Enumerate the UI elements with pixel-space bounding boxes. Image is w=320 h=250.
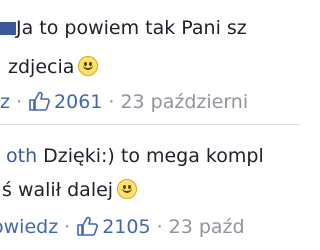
reply-link[interactable]: z: [0, 91, 10, 113]
comment-2: oth Dzięki:) to mega kompl ś walił dalej…: [0, 127, 300, 250]
separator-dot: ·: [64, 216, 71, 238]
comment-text: Dzięki:) to mega kompl: [37, 145, 264, 167]
comment-text-line-1: Ja to powiem tak Pani sz: [0, 16, 247, 40]
comment-text-continued: ś walił dalej: [2, 179, 114, 201]
smiley-emoji-icon: [117, 179, 138, 199]
thumbs-up-icon: [77, 216, 99, 236]
comment-date[interactable]: 23 październi: [120, 91, 248, 113]
comment-text: Ja to powiem tak Pani sz: [16, 17, 247, 39]
like-count: 2105: [102, 216, 151, 238]
like-count: 2061: [54, 91, 103, 113]
separator-dot: ·: [15, 91, 23, 113]
reply-link[interactable]: owiedz: [0, 216, 58, 238]
comment-text-line-2: ś walił dalej: [2, 178, 138, 202]
like-count-button[interactable]: 2105: [76, 215, 151, 239]
separator-dot: ·: [108, 91, 115, 113]
separator-dot: ·: [156, 216, 163, 238]
comment-1: Ja to powiem tak Pani sz zdjecia z · 2061 ·…: [0, 0, 300, 124]
author-name[interactable]: oth: [6, 145, 37, 167]
author-name-redacted[interactable]: [0, 22, 16, 35]
smiley-emoji-icon: [78, 56, 99, 76]
comment-text-continued: zdjecia: [8, 56, 75, 78]
comment-divider: [0, 124, 300, 125]
thumbs-up-icon: [29, 91, 50, 111]
comment-actions: z · 2061 · 23 październi: [0, 90, 248, 114]
comment-actions: owiedz·2105·23 paźd: [0, 215, 245, 239]
comment-text-line-2: zdjecia: [8, 55, 99, 79]
comment-text-line-1: oth Dzięki:) to mega kompl: [6, 144, 264, 168]
comment-date[interactable]: 23 paźd: [169, 216, 245, 238]
like-count-button[interactable]: 2061: [28, 90, 102, 114]
